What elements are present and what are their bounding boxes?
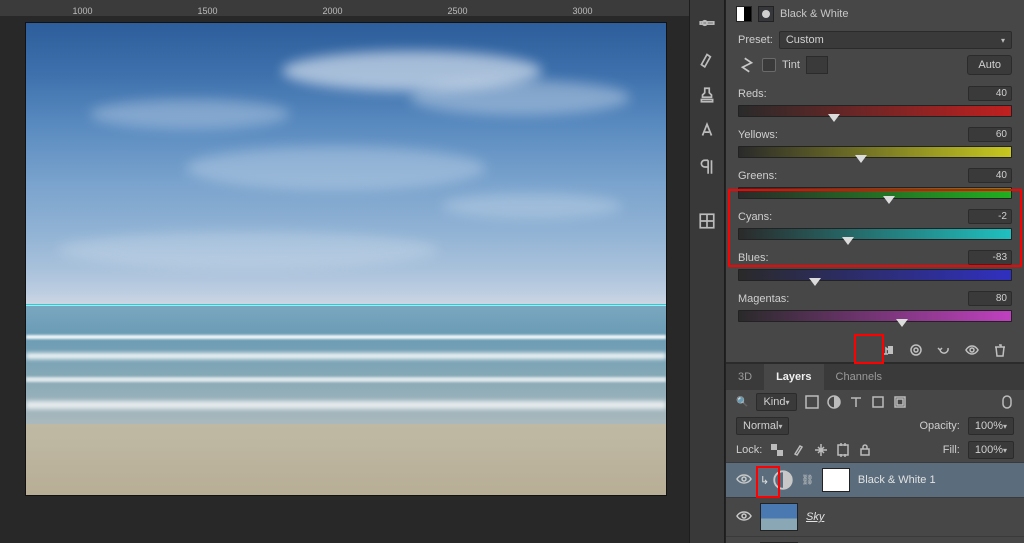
slider-greens: Greens: 40: [738, 168, 1012, 199]
delete-adjustment-icon[interactable]: [992, 342, 1008, 358]
tint-label: Tint: [782, 59, 800, 71]
clipping-indicator-icon: ↳: [760, 474, 769, 487]
slider-thumb[interactable]: [828, 114, 840, 122]
slider-cyans: Cyans: -2: [738, 209, 1012, 240]
slider-thumb[interactable]: [855, 155, 867, 163]
adjustments-icon[interactable]: [698, 14, 716, 32]
layer-row[interactable]: Background: [726, 536, 1024, 543]
lock-all-icon[interactable]: [858, 443, 872, 457]
paragraph-panel-icon[interactable]: [698, 158, 716, 176]
slider-yellows: Yellows: 60: [738, 127, 1012, 158]
slider-label: Yellows:: [738, 129, 778, 141]
lock-pixels-icon[interactable]: [792, 443, 806, 457]
slider-thumb[interactable]: [842, 237, 854, 245]
lock-label: Lock:: [736, 444, 762, 456]
bw-layer-icon: [736, 6, 752, 22]
toggle-visibility-icon[interactable]: [964, 342, 980, 358]
slider-value[interactable]: -83: [968, 250, 1012, 265]
ruler-tick: 2000: [270, 6, 395, 16]
preset-label: Preset:: [738, 34, 773, 46]
layer-thumb[interactable]: [760, 503, 798, 531]
lock-transparency-icon[interactable]: [770, 443, 784, 457]
adjustment-layer-thumb-icon[interactable]: [773, 470, 793, 490]
tab-3d[interactable]: 3D: [726, 364, 764, 390]
slider-reds: Reds: 40: [738, 86, 1012, 117]
opacity-label: Opacity:: [919, 420, 959, 432]
slider-track[interactable]: [738, 269, 1012, 281]
slider-track[interactable]: [738, 310, 1012, 322]
slider-value[interactable]: 60: [968, 127, 1012, 142]
auto-button[interactable]: Auto: [967, 55, 1012, 75]
layer-filter-dropdown[interactable]: Kind: [756, 393, 796, 411]
slider-value[interactable]: 80: [968, 291, 1012, 306]
blend-mode-dropdown[interactable]: Normal: [736, 417, 789, 435]
ruler-horizontal: 1000 1500 2000 2500 3000: [0, 0, 689, 16]
fill-dropdown[interactable]: 100%: [968, 441, 1014, 459]
layer-row[interactable]: Sky: [726, 497, 1024, 536]
slider-value[interactable]: 40: [968, 86, 1012, 101]
slider-label: Magentas:: [738, 293, 789, 305]
slider-thumb[interactable]: [883, 196, 895, 204]
document-canvas[interactable]: [25, 22, 667, 496]
reset-icon[interactable]: [936, 342, 952, 358]
slider-label: Greens:: [738, 170, 777, 182]
slider-value[interactable]: 40: [968, 168, 1012, 183]
view-previous-state-icon[interactable]: [908, 342, 924, 358]
layer-name[interactable]: Black & White 1: [858, 474, 936, 486]
opacity-dropdown[interactable]: 100%: [968, 417, 1014, 435]
filter-smartobject-icon[interactable]: [893, 395, 907, 409]
lock-position-icon[interactable]: [814, 443, 828, 457]
filter-pixel-icon[interactable]: [805, 395, 819, 409]
clip-to-layer-icon[interactable]: [880, 342, 896, 358]
history-brush-icon[interactable]: [698, 50, 716, 68]
tab-layers[interactable]: Layers: [764, 364, 823, 390]
slider-blues: Blues: -83: [738, 250, 1012, 281]
filter-type-icon[interactable]: [849, 395, 863, 409]
panel-icon-strip: [689, 0, 725, 543]
guide-line[interactable]: [26, 304, 666, 305]
visibility-toggle-icon[interactable]: [736, 510, 752, 525]
slider-track[interactable]: [738, 105, 1012, 117]
slider-track[interactable]: [738, 146, 1012, 158]
slider-label: Blues:: [738, 252, 769, 264]
slider-label: Reds:: [738, 88, 767, 100]
lock-artboard-icon[interactable]: [836, 443, 850, 457]
filter-toggle-icon[interactable]: [1000, 395, 1014, 409]
ruler-tick: 1000: [20, 6, 145, 16]
ruler-tick: 3000: [520, 6, 645, 16]
slider-track[interactable]: [738, 187, 1012, 199]
tint-checkbox[interactable]: [762, 58, 776, 72]
character-panel-icon[interactable]: [698, 122, 716, 140]
ruler-tick: 1500: [145, 6, 270, 16]
stamp-icon[interactable]: [698, 86, 716, 104]
slider-track[interactable]: [738, 228, 1012, 240]
layer-row[interactable]: ↳ ⛓ Black & White 1: [726, 462, 1024, 497]
tint-swatch[interactable]: [806, 56, 828, 74]
slider-magentas: Magentas: 80: [738, 291, 1012, 322]
slider-thumb[interactable]: [809, 278, 821, 286]
ruler-tick: 2500: [395, 6, 520, 16]
canvas-area: 1000 1500 2000 2500 3000: [0, 0, 689, 543]
filter-adjustment-icon[interactable]: [827, 395, 841, 409]
layers-panel: 3D Layers Channels 🔍 Kind Normal Opacity…: [726, 363, 1024, 543]
layer-mask-thumb[interactable]: [822, 468, 850, 492]
layer-mask-icon: [758, 6, 774, 22]
grid-panel-icon[interactable]: [698, 212, 716, 230]
link-icon[interactable]: ⛓: [801, 475, 814, 486]
slider-thumb[interactable]: [896, 319, 908, 327]
targeted-adjustment-icon[interactable]: [738, 56, 756, 74]
slider-label: Cyans:: [738, 211, 772, 223]
layer-name[interactable]: Sky: [806, 511, 824, 523]
filter-shape-icon[interactable]: [871, 395, 885, 409]
panel-title: Black & White: [780, 8, 848, 20]
preset-dropdown[interactable]: Custom: [779, 31, 1012, 49]
visibility-toggle-icon[interactable]: [736, 473, 752, 488]
black-white-adjustment-panel: Black & White Preset: Custom Tint Auto R…: [726, 0, 1024, 363]
slider-value[interactable]: -2: [968, 209, 1012, 224]
tab-channels[interactable]: Channels: [824, 364, 894, 390]
fill-label: Fill:: [943, 444, 960, 456]
